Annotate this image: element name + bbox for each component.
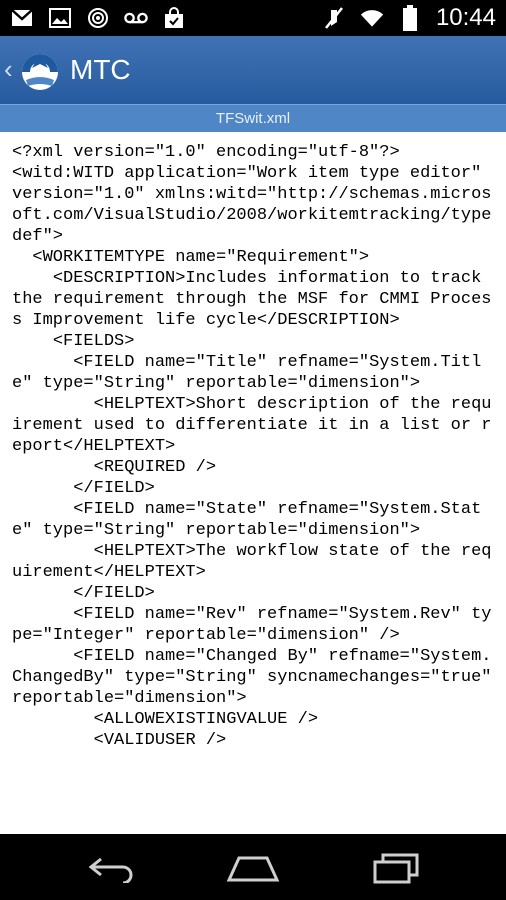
code-line: <DESCRIPTION>Includes information to tra… xyxy=(12,269,492,330)
document-viewer[interactable]: <?xml version="1.0" encoding="utf-8"?> <… xyxy=(0,132,506,834)
code-line: <FIELDS> xyxy=(12,332,135,351)
battery-icon xyxy=(398,5,422,31)
code-line: <FIELD name="Rev" refname="System.Rev" t… xyxy=(12,605,492,645)
home-icon[interactable] xyxy=(223,848,283,888)
wifi-icon xyxy=(360,6,384,30)
code-line: <FIELD name="Changed By" refname="System… xyxy=(12,647,502,708)
code-line: <WORKITEMTYPE name="Requirement"> xyxy=(12,248,370,267)
recent-apps-icon[interactable] xyxy=(366,848,426,888)
file-name: TFSwit.xml xyxy=(215,110,291,127)
code-line: <VALIDUSER /> xyxy=(12,731,227,750)
code-line: <REQUIRED /> xyxy=(12,458,217,477)
shopping-bag-icon xyxy=(162,6,186,30)
system-icons: 10:44 xyxy=(322,4,496,32)
code-line: <witd:WITD application="Work item type e… xyxy=(12,164,492,246)
status-bar: 10:44 xyxy=(0,0,506,36)
status-time: 10:44 xyxy=(435,4,496,31)
code-line: </FIELD> xyxy=(12,584,155,603)
app-title[interactable]: MTC xyxy=(70,54,131,86)
code-line: </FIELD> xyxy=(12,479,155,498)
app-logo-icon[interactable] xyxy=(16,46,64,94)
target-icon xyxy=(86,6,110,30)
notification-icons xyxy=(10,6,186,30)
back-icon[interactable] xyxy=(82,848,142,888)
code-line: <HELPTEXT>The workflow state of the requ… xyxy=(12,542,492,582)
navigation-bar xyxy=(0,834,506,900)
code-line: <FIELD name="State" refname="System.Stat… xyxy=(12,500,482,540)
code-line: <ALLOWEXISTINGVALUE /> xyxy=(12,710,319,729)
silent-icon xyxy=(322,6,346,30)
code-line: <?xml version="1.0" encoding="utf-8"?> xyxy=(12,143,400,162)
gmail-icon xyxy=(10,6,34,30)
image-icon xyxy=(48,6,72,30)
app-bar: ‹ MTC xyxy=(0,36,506,104)
voicemail-icon xyxy=(124,6,148,30)
up-chevron-icon[interactable]: ‹ xyxy=(4,56,13,82)
code-line: <FIELD name="Title" refname="System.Titl… xyxy=(12,353,482,393)
code-line: <HELPTEXT>Short description of the requi… xyxy=(12,395,492,456)
file-title-bar: TFSwit.xml xyxy=(0,104,506,133)
xml-content: <?xml version="1.0" encoding="utf-8"?> <… xyxy=(0,132,506,751)
